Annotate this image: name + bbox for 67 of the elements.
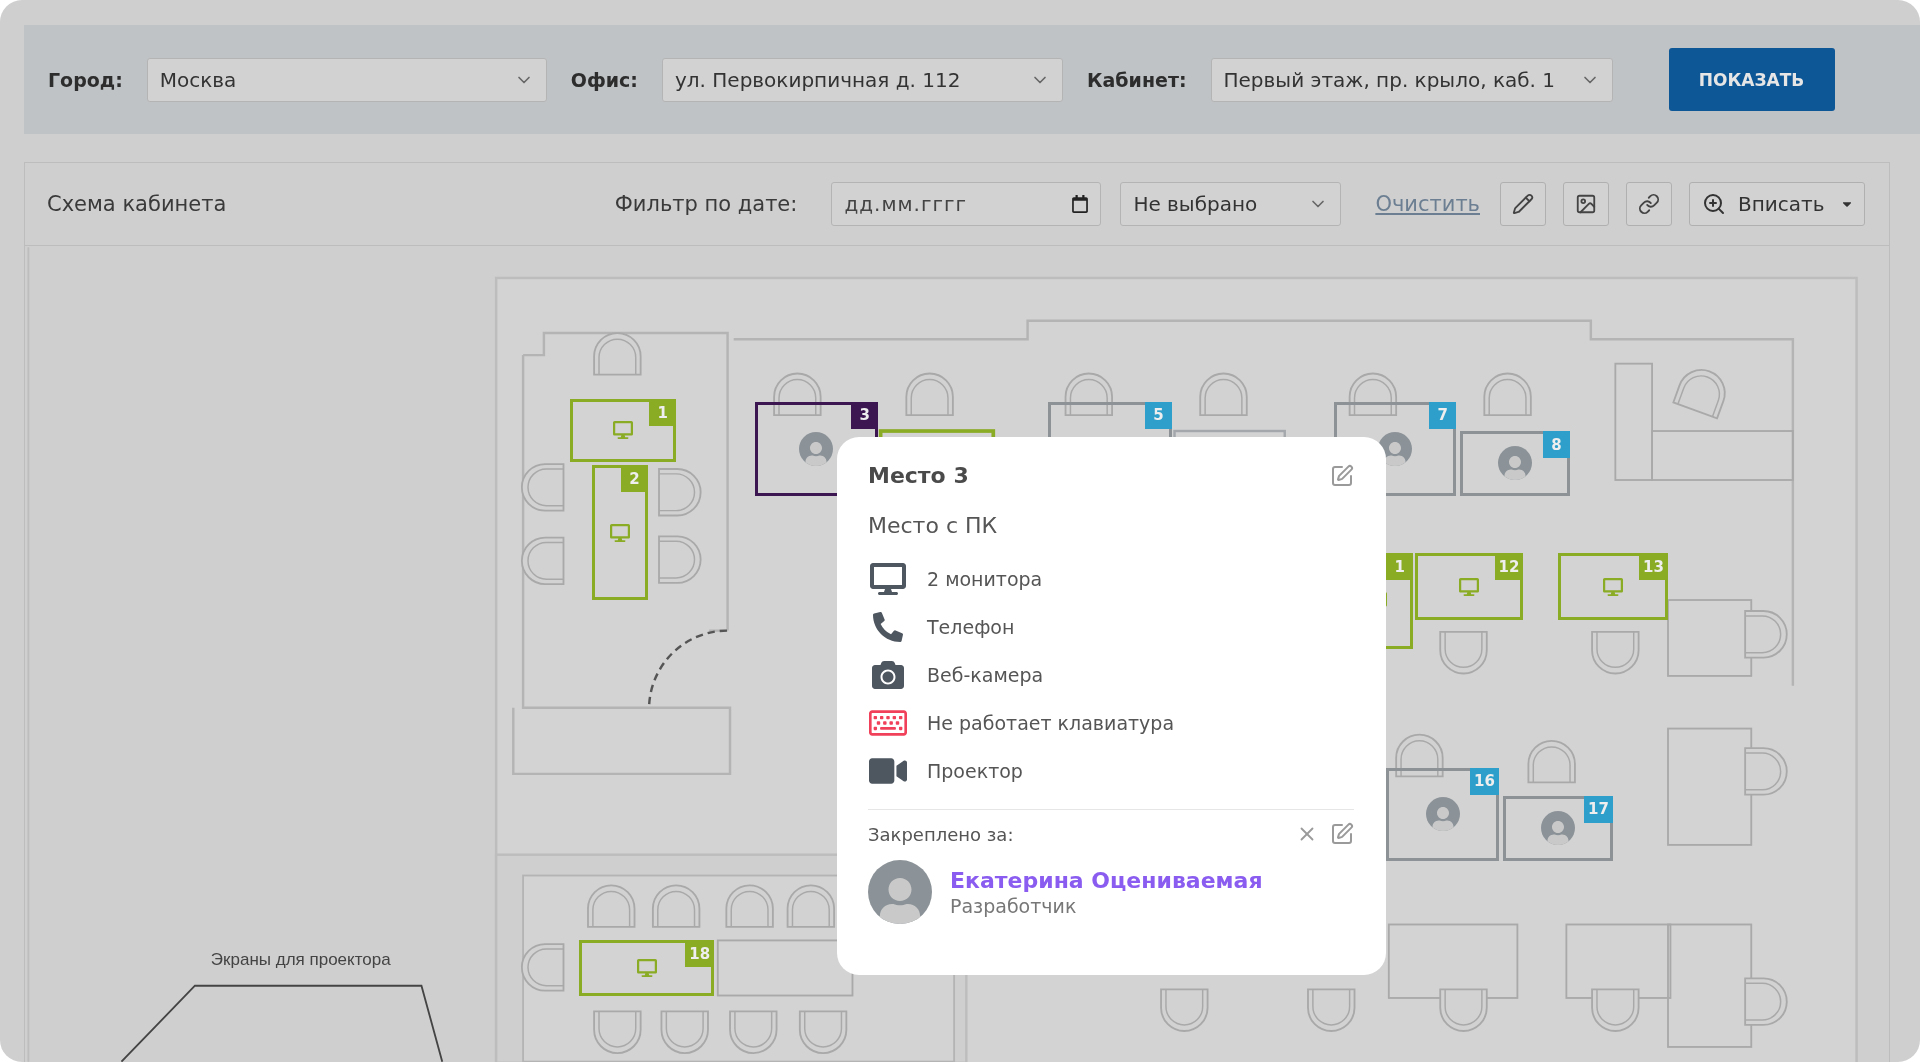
seat[interactable]: 2: [591, 465, 648, 600]
seat-number: 5: [1145, 401, 1173, 429]
date-filter-label: Фильтр по дате:: [614, 192, 798, 216]
camera-icon: [871, 659, 904, 691]
clear-link[interactable]: Очистить: [1375, 192, 1480, 216]
zoom-in-icon: [1702, 192, 1726, 216]
computer-icon: [636, 957, 657, 978]
person-role: Разработчик: [950, 894, 1078, 917]
feature-label: Веб-камера: [927, 664, 1044, 686]
seat-number: 16: [1470, 767, 1499, 795]
chair-drawing: [729, 1010, 778, 1054]
filter-select[interactable]: ул. Первокирпичная д. 112: [661, 57, 1063, 102]
seat-number: 13: [1639, 553, 1668, 581]
chair-drawing: [658, 535, 702, 584]
seat[interactable]: 1: [569, 399, 677, 462]
calendar-icon: [1071, 195, 1090, 213]
phone-icon: [872, 612, 903, 642]
filter-select[interactable]: Первый этаж, пр. крыло, каб. 1: [1210, 57, 1613, 102]
chair-drawing: [660, 1010, 709, 1054]
show-button[interactable]: ПОКАЗАТЬ: [1668, 48, 1835, 111]
fit-button[interactable]: Вписать: [1689, 182, 1865, 226]
assigned-label: Закреплено за:: [868, 823, 1014, 845]
seat-number: 7: [1429, 401, 1457, 429]
chair-drawing: [1672, 368, 1726, 420]
chair-drawing: [593, 1010, 642, 1054]
chair-drawing: [1591, 630, 1640, 675]
chair-drawing: [1307, 988, 1356, 1032]
seat-number: 17: [1584, 795, 1613, 823]
seat-type: Место с ПК: [868, 513, 999, 538]
seat-number: 2: [620, 465, 648, 493]
seat[interactable]: 8: [1459, 431, 1571, 496]
feature-label: Проектор: [927, 760, 1023, 782]
feature-label: Телефон: [927, 616, 1015, 638]
feature-label: 2 монитора: [927, 568, 1043, 590]
panel-title: Схема кабинета: [47, 192, 227, 216]
edit-icon: [1330, 463, 1354, 488]
feature-label: Не работает клавиатура: [927, 712, 1175, 734]
chair-drawing: [798, 1010, 848, 1054]
filter-label: Город:: [48, 68, 123, 91]
image-button[interactable]: [1563, 182, 1609, 226]
person-name-link[interactable]: Екатерина Оцениваемая: [950, 867, 1263, 893]
seat[interactable]: 13: [1557, 553, 1668, 620]
monitor-icon: [869, 561, 906, 597]
seat-number: 8: [1543, 431, 1571, 458]
filter-label: Офис:: [570, 68, 638, 91]
filter-select[interactable]: Москва: [146, 57, 547, 102]
seat[interactable]: 17: [1502, 795, 1613, 861]
computer-icon: [1602, 576, 1623, 597]
edit-icon: [1330, 822, 1354, 846]
edit-button[interactable]: [1330, 463, 1354, 488]
seat[interactable]: 18: [579, 940, 715, 996]
seat[interactable]: 12: [1414, 553, 1524, 620]
date-field[interactable]: дд.мм.гггг: [831, 182, 1102, 226]
link-button[interactable]: [1626, 182, 1672, 226]
computer-icon: [609, 522, 630, 543]
filter-label: Кабинет:: [1086, 68, 1187, 91]
chair-drawing: [1439, 630, 1488, 675]
pencil-icon: [1512, 193, 1534, 215]
edit-button[interactable]: [1500, 182, 1546, 226]
computer-icon: [1459, 576, 1479, 597]
chair-drawing: [1160, 988, 1209, 1032]
computer-icon: [612, 420, 633, 441]
link-icon: [1638, 193, 1660, 215]
image-icon: [1575, 193, 1597, 215]
plan-caption: Экраны для проектора: [210, 950, 391, 971]
edit-button[interactable]: [1330, 822, 1354, 846]
status-select[interactable]: Не выбрано: [1120, 182, 1342, 226]
